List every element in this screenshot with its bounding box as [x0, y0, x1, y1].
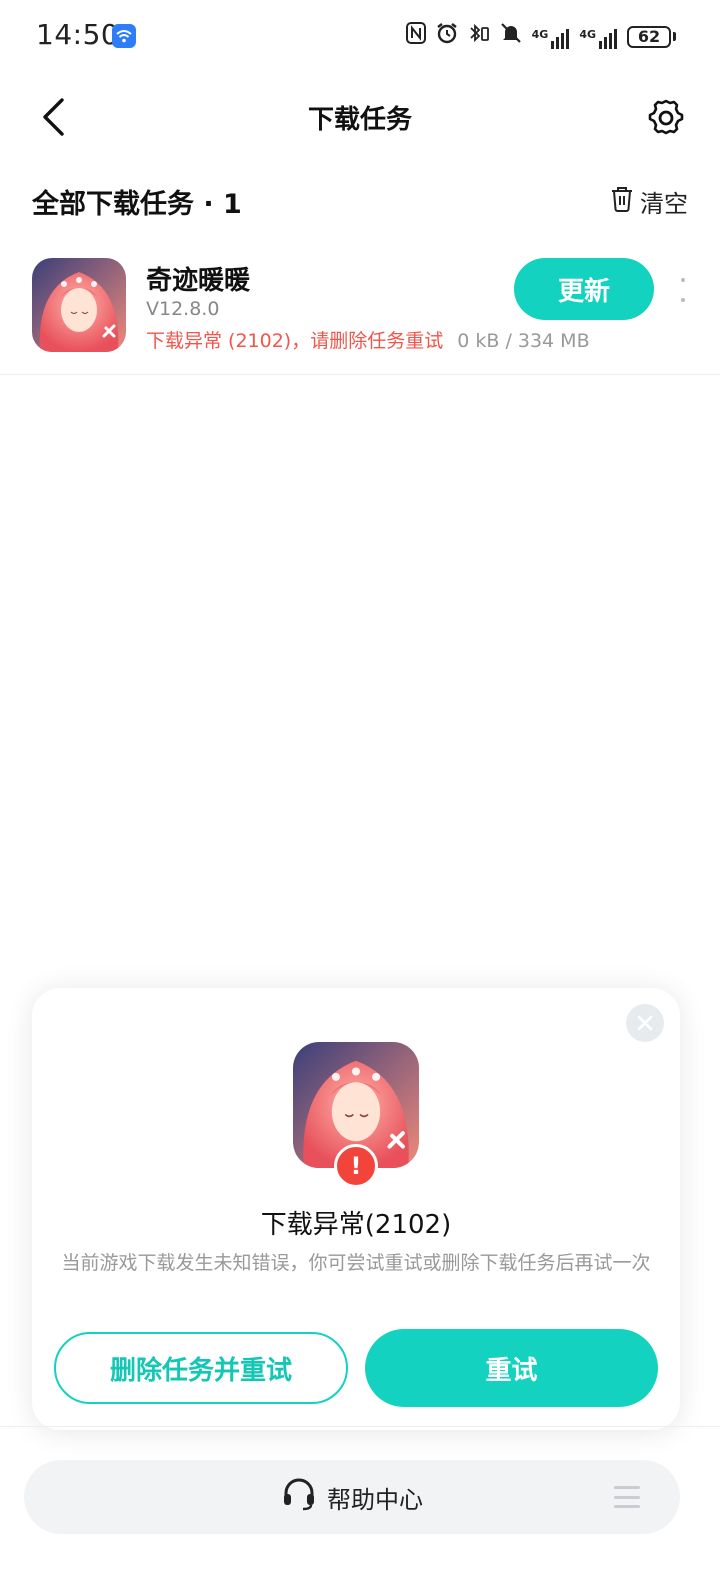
- signal-icon: 4G: [532, 25, 570, 49]
- status-time: 14:50: [36, 18, 120, 51]
- status-bar: 14:50 4G 4G 62: [0, 0, 720, 72]
- task-size: 0 kB / 334 MB: [457, 330, 590, 352]
- nfc-icon: [405, 22, 426, 51]
- bluetooth-icon: [468, 22, 490, 51]
- clear-button[interactable]: 清空: [610, 184, 688, 219]
- more-vertical-icon[interactable]: [676, 278, 690, 302]
- menu-icon[interactable]: [614, 1486, 640, 1508]
- battery-level: 62: [627, 25, 671, 48]
- signal-icon-2: 4G: [579, 25, 617, 49]
- task-error-text: 下载异常 (2102)，请删除任务重试: [146, 330, 444, 352]
- update-button[interactable]: 更新: [514, 258, 654, 320]
- task-app-name: 奇迹暖暖: [146, 266, 251, 296]
- bottom-divider: [0, 1426, 720, 1427]
- mute-icon: [500, 22, 522, 51]
- dialog-app-icon-group: !: [293, 1042, 419, 1188]
- exclamation-icon: !: [334, 1144, 378, 1188]
- app-header: 下载任务: [0, 80, 720, 156]
- section-title: 全部下载任务 · 1: [32, 189, 242, 220]
- retry-button[interactable]: 重试: [365, 1329, 658, 1407]
- headset-icon: [281, 1476, 317, 1518]
- clear-label: 清空: [640, 190, 688, 218]
- task-version: V12.8.0: [146, 298, 220, 320]
- help-center-label: 帮助中心: [327, 1485, 423, 1514]
- dialog-title: 下载异常(2102): [260, 1210, 452, 1240]
- trash-icon: [610, 186, 634, 218]
- app-icon: [32, 258, 126, 352]
- alarm-icon: [436, 22, 458, 51]
- close-icon[interactable]: [626, 1004, 664, 1042]
- dialog-description: 当前游戏下载发生未知错误，你可尝试重试或删除下载任务后再试一次: [61, 1252, 651, 1274]
- gear-icon[interactable]: [640, 92, 692, 144]
- delete-and-retry-button[interactable]: 删除任务并重试: [54, 1332, 348, 1404]
- download-task-row[interactable]: 奇迹暖暖 V12.8.0 下载异常 (2102)，请删除任务重试 0 kB / 3…: [0, 244, 720, 375]
- help-center-bar[interactable]: 帮助中心: [24, 1460, 680, 1534]
- download-error-dialog: ! 下载异常(2102) 当前游戏下载发生未知错误，你可尝试重试或删除下载任务后…: [32, 988, 680, 1430]
- battery-icon: 62: [627, 25, 676, 48]
- wifi-icon: [112, 24, 136, 48]
- page-title: 下载任务: [307, 105, 412, 135]
- section-header: 全部下载任务 · 1 清空: [32, 182, 688, 222]
- task-status: 下载异常 (2102)，请删除任务重试 0 kB / 334 MB: [146, 326, 590, 353]
